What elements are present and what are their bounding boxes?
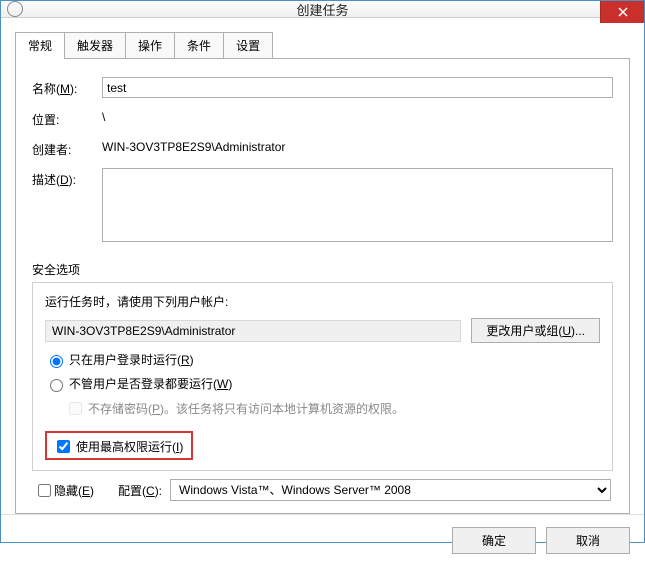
hidden-label: 隐藏(E): [54, 482, 94, 499]
hidden-checkbox[interactable]: [38, 484, 51, 497]
content-area: 常规 触发器 操作 条件 设置 名称(M): 位置: \ 创建者: WIN-3O…: [1, 18, 644, 514]
security-legend: 安全选项: [32, 261, 613, 278]
cancel-button[interactable]: 取消: [546, 527, 630, 554]
highest-privileges-checkbox[interactable]: [57, 440, 70, 453]
name-label: 名称(M):: [32, 77, 102, 97]
close-button[interactable]: [600, 1, 644, 23]
tab-conditions[interactable]: 条件: [174, 32, 224, 58]
location-label: 位置:: [32, 108, 102, 128]
tab-general[interactable]: 常规: [15, 32, 65, 58]
account-value: WIN-3OV3TP8E2S9\Administrator: [45, 320, 461, 342]
tab-strip: 常规 触发器 操作 条件 设置: [15, 32, 630, 59]
radio-whether-logged-label: 不管用户是否登录都要运行(W): [69, 375, 232, 392]
window-title: 创建任务: [296, 0, 348, 19]
highest-priv-highlight: 使用最高权限运行(I): [45, 431, 193, 460]
tab-settings[interactable]: 设置: [223, 32, 273, 58]
radio-logged-on[interactable]: [50, 355, 63, 368]
ok-button[interactable]: 确定: [452, 527, 536, 554]
configure-for-select[interactable]: Windows Vista™、Windows Server™ 2008: [170, 479, 611, 501]
no-password-checkbox: [69, 402, 82, 415]
no-password-label: 不存储密码(P)。该任务将只有访问本地计算机资源的权限。: [88, 400, 404, 417]
create-task-window: 创建任务 常规 触发器 操作 条件 设置 名称(M): 位置: \: [0, 0, 645, 543]
highest-privileges-label: 使用最高权限运行(I): [76, 438, 183, 455]
clock-icon: [7, 1, 23, 17]
security-options: 运行任务时，请使用下列用户帐户: WIN-3OV3TP8E2S9\Adminis…: [32, 282, 613, 471]
tab-triggers[interactable]: 触发器: [64, 32, 126, 58]
configure-for-label: 配置(C):: [118, 482, 162, 499]
creator-label: 创建者:: [32, 138, 102, 158]
name-input[interactable]: [102, 77, 613, 98]
radio-logged-on-label: 只在用户登录时运行(R): [69, 351, 194, 368]
close-icon: [618, 7, 628, 17]
creator-value: WIN-3OV3TP8E2S9\Administrator: [102, 138, 613, 156]
tab-panel-general: 名称(M): 位置: \ 创建者: WIN-3OV3TP8E2S9\Admini…: [15, 59, 630, 514]
tab-actions[interactable]: 操作: [125, 32, 175, 58]
titlebar: 创建任务: [1, 1, 644, 18]
description-input[interactable]: [102, 168, 613, 242]
change-user-button[interactable]: 更改用户或组(U)...: [471, 318, 600, 343]
account-hint: 运行任务时，请使用下列用户帐户:: [45, 293, 600, 310]
radio-whether-logged[interactable]: [50, 379, 63, 392]
description-label: 描述(D):: [32, 168, 102, 188]
location-value: \: [102, 108, 613, 126]
dialog-footer: 确定 取消: [1, 514, 644, 566]
